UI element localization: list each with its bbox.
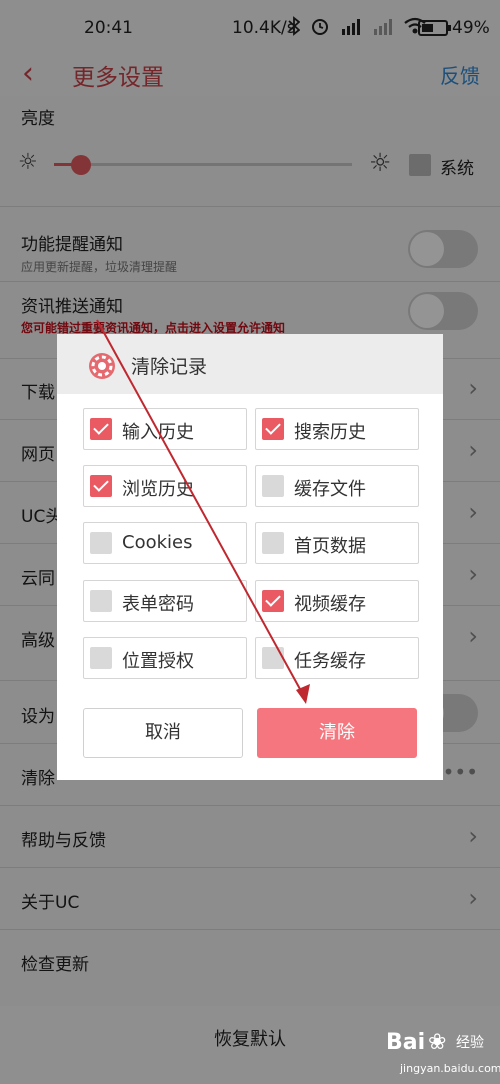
checkbox-unchecked-icon[interactable] xyxy=(90,532,112,554)
checkbox-checked-icon[interactable] xyxy=(262,418,284,440)
clear-option-label: 视频缓存 xyxy=(294,594,366,615)
watermark-brand: Bai xyxy=(386,1030,426,1055)
clear-option[interactable]: 首页数据 xyxy=(255,522,419,564)
clear-option[interactable]: 浏览历史 xyxy=(83,465,247,507)
checkbox-unchecked-icon[interactable] xyxy=(90,590,112,612)
dialog-header: 清除记录 xyxy=(57,334,443,394)
clear-option[interactable]: 搜索历史 xyxy=(255,408,419,450)
clear-option-label: 位置授权 xyxy=(122,651,194,672)
cancel-button[interactable]: 取消 xyxy=(83,708,243,758)
checkbox-checked-icon[interactable] xyxy=(90,418,112,440)
checkbox-checked-icon[interactable] xyxy=(262,590,284,612)
checkbox-unchecked-icon[interactable] xyxy=(262,532,284,554)
paw-icon: ❀ xyxy=(428,1030,447,1055)
clear-option-label: 首页数据 xyxy=(294,536,366,557)
clear-option[interactable]: 位置授权 xyxy=(83,637,247,679)
clear-option[interactable]: Cookies xyxy=(83,522,247,564)
clear-option[interactable]: 表单密码 xyxy=(83,580,247,622)
clear-records-dialog: 清除记录 输入历史 搜索历史浏览历史 缓存文件 Cookies 首页数据表单密码 视频缓存… xyxy=(57,334,443,780)
clear-option-label: 缓存文件 xyxy=(294,479,366,500)
clear-option[interactable]: 视频缓存 xyxy=(255,580,419,622)
watermark-jingyan: 经验 xyxy=(456,1035,484,1051)
clear-option-label: 浏览历史 xyxy=(122,479,194,500)
clear-button[interactable]: 清除 xyxy=(257,708,417,758)
clear-option[interactable]: 输入历史 xyxy=(83,408,247,450)
watermark-url: jingyan.baidu.com xyxy=(400,1062,500,1075)
clear-option-label: 输入历史 xyxy=(122,422,194,443)
clear-option-label: 表单密码 xyxy=(122,594,194,615)
checkbox-unchecked-icon[interactable] xyxy=(262,647,284,669)
checkbox-unchecked-icon[interactable] xyxy=(90,647,112,669)
dialog-title: 清除记录 xyxy=(131,356,208,378)
checkbox-unchecked-icon[interactable] xyxy=(262,475,284,497)
clear-option[interactable]: 任务缓存 xyxy=(255,637,419,679)
clear-option[interactable]: 缓存文件 xyxy=(255,465,419,507)
clear-option-label: 任务缓存 xyxy=(294,651,366,672)
clear-option-label: 搜索历史 xyxy=(294,422,366,443)
clear-option-label: Cookies xyxy=(122,532,193,553)
baidu-jingyan-watermark: Bai ❀ 经验 jingyan.baidu.com xyxy=(386,1030,500,1082)
checkbox-checked-icon[interactable] xyxy=(90,475,112,497)
gear-icon xyxy=(89,353,115,379)
